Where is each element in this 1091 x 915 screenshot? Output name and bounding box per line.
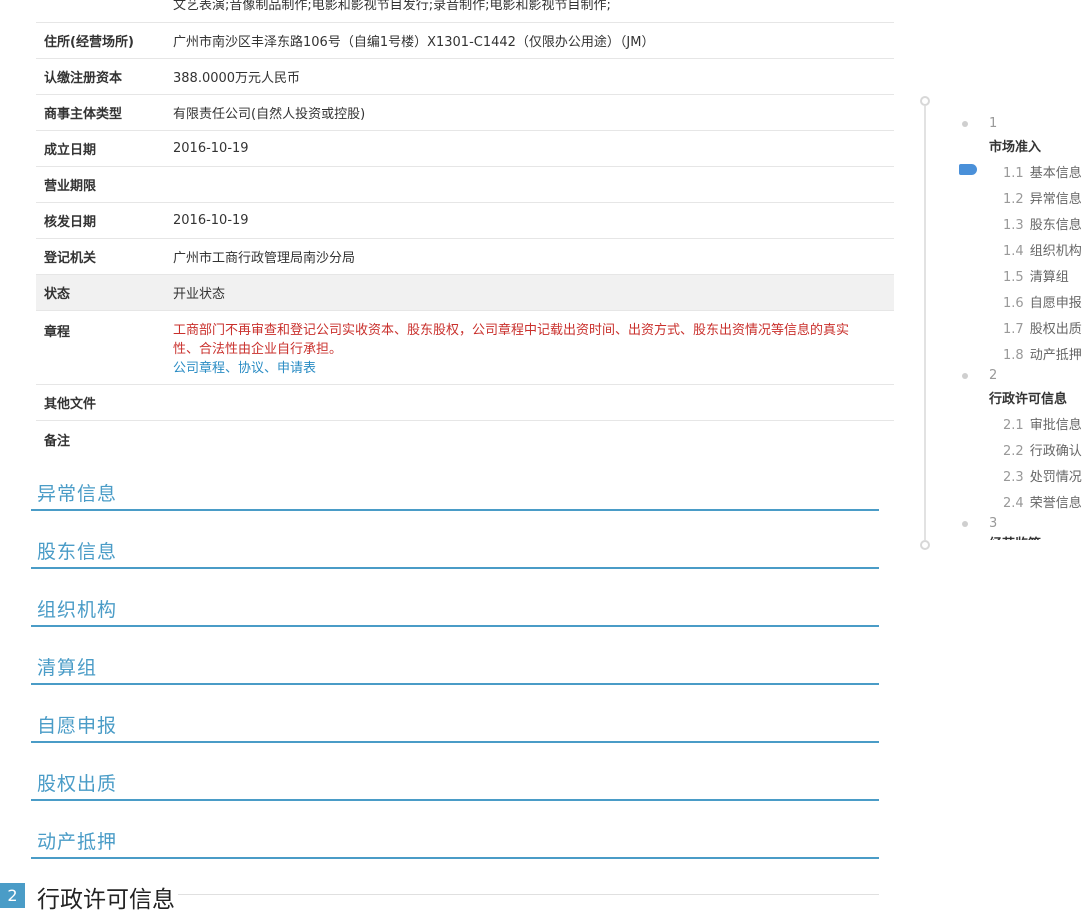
business-scope-continuation: 文艺表演;音像制品制作;电影和影视节目发行;录音制作;电影和影视节目制作; xyxy=(36,0,894,23)
section-abnormal-info: 异常信息 xyxy=(31,481,879,511)
section-title: 异常信息 xyxy=(37,483,118,505)
row-label: 核发日期 xyxy=(44,215,97,230)
nav-group-number: 1 xyxy=(989,116,998,131)
row-label: 备注 xyxy=(44,433,71,449)
nav-item-abnormal-info[interactable]: 1.2 异常信息 xyxy=(1003,188,1082,207)
charter-value: 工商部门不再审查和登记公司实收资本、股东股权，公司章程中记载出资时间、出资方式、… xyxy=(173,321,894,378)
section-title: 组织机构 xyxy=(37,599,118,621)
charter-notice: 工商部门不再审查和登记公司实收资本、股东股权，公司章程中记载出资时间、出资方式、… xyxy=(173,323,850,357)
charter-links[interactable]: 公司章程、协议、申请表 xyxy=(173,359,894,378)
row-value: 广州市南沙区丰泽东路106号（自编1号楼）X1301-C1442（仅限办公用途）… xyxy=(173,35,655,50)
nav-group-number: 2 xyxy=(989,368,998,383)
table-row: 营业期限 xyxy=(36,167,894,203)
row-value: 广州市工商行政管理局南沙分局 xyxy=(173,251,356,266)
row-label: 登记机关 xyxy=(44,251,97,266)
nav-item-honor-info[interactable]: 2.4 荣誉信息 xyxy=(1003,492,1082,511)
row-label: 其他文件 xyxy=(44,397,97,412)
table-row: 备注 xyxy=(36,421,894,457)
current-position-marker-icon xyxy=(959,164,977,175)
nav-group-operation-supervision[interactable]: 经营监管 xyxy=(989,533,1041,540)
row-value: 2016-10-19 xyxy=(173,141,249,156)
row-label: 营业期限 xyxy=(44,179,97,194)
nav-track xyxy=(924,106,926,540)
nav-item-basic-info[interactable]: 1.1 基本信息 xyxy=(1003,162,1082,181)
basic-info-table: 文艺表演;音像制品制作;电影和影视节目发行;录音制作;电影和影视节目制作; 住所… xyxy=(36,0,894,457)
section-title: 动产抵押 xyxy=(37,831,118,853)
section-number-badge: 2 xyxy=(0,883,25,908)
nav-item-admin-confirm[interactable]: 2.2 行政确认 xyxy=(1003,440,1082,459)
nav-item-organization[interactable]: 1.4 组织机构 xyxy=(1003,240,1082,259)
section-liquidation: 清算组 xyxy=(31,655,879,685)
row-value: 388.0000万元人民币 xyxy=(173,71,301,86)
table-row: 登记机关 广州市工商行政管理局南沙分局 xyxy=(36,239,894,275)
table-row: 住所(经营场所) 广州市南沙区丰泽东路106号（自编1号楼）X1301-C144… xyxy=(36,23,894,59)
table-row: 商事主体类型 有限责任公司(自然人投资或控股) xyxy=(36,95,894,131)
nav-item-equity-pledge[interactable]: 1.7 股权出质 xyxy=(1003,318,1082,337)
section-voluntary-report: 自愿申报 xyxy=(31,713,879,743)
table-row-charter: 章程 工商部门不再审查和登记公司实收资本、股东股权，公司章程中记载出资时间、出资… xyxy=(36,311,894,385)
nav-item-approval-info[interactable]: 2.1 审批信息 xyxy=(1003,414,1082,433)
nav-item-voluntary-report[interactable]: 1.6 自愿申报 xyxy=(1003,292,1082,311)
nav-dot-icon xyxy=(962,373,968,379)
nav-item-penalty[interactable]: 2.3 处罚情况 xyxy=(1003,466,1082,485)
table-row: 核发日期 2016-10-19 xyxy=(36,203,894,239)
section-organization: 组织机构 xyxy=(31,597,879,627)
major-section-title: 行政许可信息 xyxy=(37,887,175,913)
nav-bottom-cap-icon xyxy=(920,540,930,550)
section-shareholder-info: 股东信息 xyxy=(31,539,879,569)
section-title: 股东信息 xyxy=(37,541,118,563)
status-value: 开业状态 xyxy=(173,287,226,302)
row-label: 状态 xyxy=(44,287,71,302)
table-row: 认缴注册资本 388.0000万元人民币 xyxy=(36,59,894,95)
nav-group-number: 3 xyxy=(989,516,998,531)
nav-item-liquidation[interactable]: 1.5 清算组 xyxy=(1003,266,1069,285)
row-label: 成立日期 xyxy=(44,143,97,158)
row-label: 认缴注册资本 xyxy=(44,71,123,86)
side-navigation: 1 市场准入 1.1 基本信息 1.2 异常信息 1.3 股东信息 1.4 组织机构 1… xyxy=(915,96,1091,550)
divider xyxy=(178,894,879,895)
nav-item-shareholder-info[interactable]: 1.3 股东信息 xyxy=(1003,214,1082,233)
nav-group-market-access[interactable]: 市场准入 xyxy=(989,136,1041,155)
major-section-admin-license: 2 行政许可信息 xyxy=(0,880,879,915)
nav-dot-icon xyxy=(962,521,968,527)
nav-top-cap-icon xyxy=(920,96,930,106)
row-value: 有限责任公司(自然人投资或控股) xyxy=(173,107,366,122)
table-row: 成立日期 2016-10-19 xyxy=(36,131,894,167)
table-row: 其他文件 xyxy=(36,385,894,421)
section-equity-pledge: 股权出质 xyxy=(31,771,879,801)
section-title: 清算组 xyxy=(37,657,98,679)
row-label: 商事主体类型 xyxy=(44,107,123,122)
row-label: 章程 xyxy=(44,325,71,340)
nav-group-admin-license[interactable]: 行政许可信息 xyxy=(989,388,1067,407)
row-label: 住所(经营场所) xyxy=(44,35,134,50)
nav-item-chattel-mortgage[interactable]: 1.8 动产抵押 xyxy=(1003,344,1082,363)
nav-dot-icon xyxy=(962,121,968,127)
row-value: 2016-10-19 xyxy=(173,213,249,228)
section-title: 股权出质 xyxy=(37,773,118,795)
table-row-status: 状态 开业状态 xyxy=(36,275,894,311)
section-chattel-mortgage: 动产抵押 xyxy=(31,829,879,859)
section-title: 自愿申报 xyxy=(37,715,118,737)
